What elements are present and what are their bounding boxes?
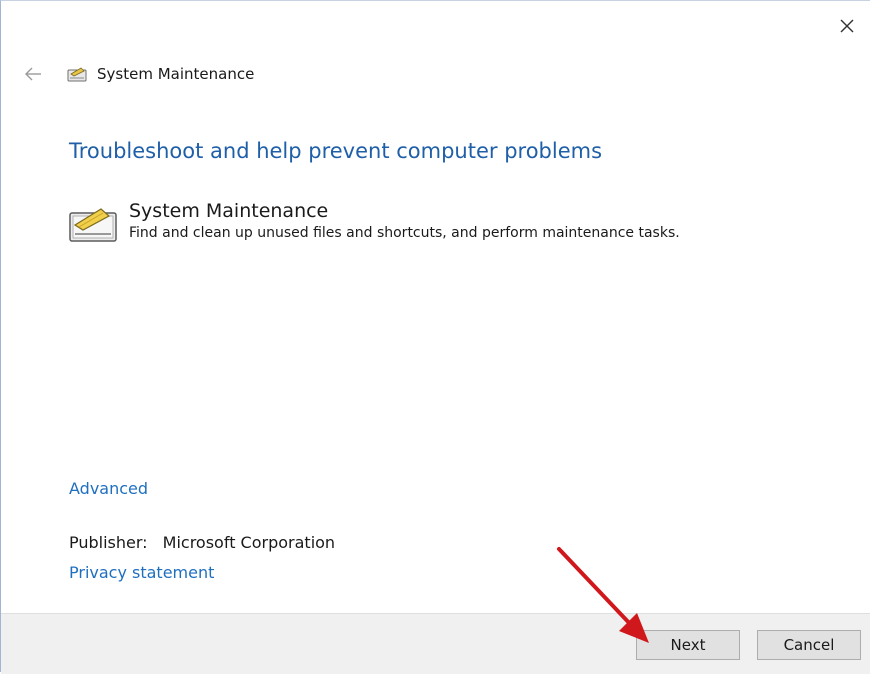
publisher-info: Publisher: Microsoft Corporation: [69, 533, 335, 552]
item-title: System Maintenance: [129, 200, 329, 222]
next-button[interactable]: Next: [636, 630, 740, 660]
troubleshooter-window: System Maintenance Troubleshoot and help…: [0, 0, 870, 674]
footer-bar: Next Cancel: [1, 613, 870, 674]
publisher-value: Microsoft Corporation: [162, 533, 336, 552]
window-title-bar: System Maintenance: [67, 65, 254, 83]
back-button[interactable]: [21, 63, 45, 85]
close-icon: [840, 19, 854, 33]
close-button[interactable]: [832, 11, 862, 41]
system-maintenance-icon: [67, 67, 87, 82]
advanced-link[interactable]: Advanced: [69, 479, 148, 498]
back-arrow-icon: [25, 67, 41, 81]
privacy-statement-link[interactable]: Privacy statement: [69, 563, 214, 582]
cancel-button[interactable]: Cancel: [757, 630, 861, 660]
publisher-label: Publisher:: [69, 533, 148, 552]
page-heading: Troubleshoot and help prevent computer p…: [69, 139, 603, 163]
window-title: System Maintenance: [97, 65, 255, 83]
troubleshooter-item-system-maintenance[interactable]: System Maintenance Find and clean up unu…: [67, 199, 680, 245]
system-maintenance-icon: [69, 208, 117, 242]
item-description: Find and clean up unused files and short…: [129, 225, 680, 241]
